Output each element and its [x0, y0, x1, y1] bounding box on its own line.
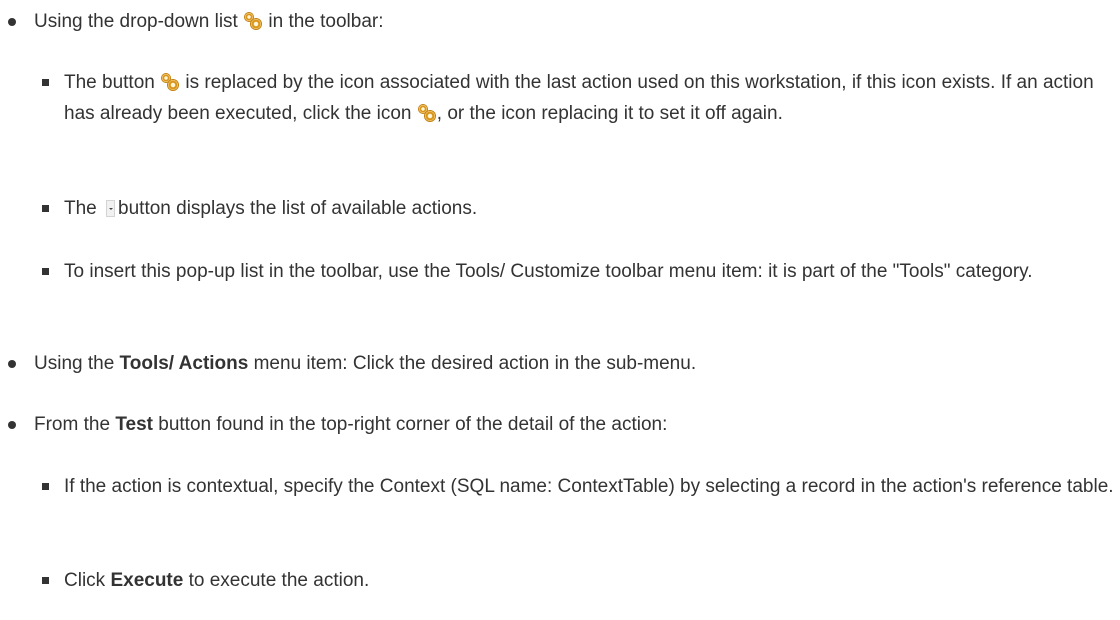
button-name: Execute: [110, 570, 184, 591]
menu-path: Tools/ Actions: [119, 353, 249, 374]
bullet-square: [42, 205, 49, 212]
list-item: To insert this pop-up list in the toolba…: [42, 256, 1114, 287]
bullet-square: [42, 483, 49, 490]
bullet-dot: [8, 360, 16, 368]
list-item: From the Test button found in the top-ri…: [8, 409, 1104, 440]
bullet-square: [42, 268, 49, 275]
bullet-square: [42, 577, 49, 584]
list-item: Using the drop-down list in the toolbar:: [8, 6, 1104, 37]
list-item: The button displays the list of availabl…: [42, 193, 1114, 224]
bullet-dot: [8, 421, 16, 429]
dropdown-arrow-icon: [106, 200, 116, 217]
bullet-square: [42, 79, 49, 86]
list-item: Click Execute to execute the action.: [42, 565, 1114, 596]
gear-icon: [162, 74, 179, 90]
list-item: If the action is contextual, specify the…: [42, 471, 1114, 502]
list-item: The button is replaced by the icon assoc…: [42, 67, 1114, 129]
button-name: Test: [115, 414, 153, 435]
gear-icon: [245, 13, 262, 29]
bullet-dot: [8, 18, 16, 26]
list-item: Using the Tools/ Actions menu item: Clic…: [8, 348, 1104, 379]
gear-icon: [418, 105, 435, 121]
